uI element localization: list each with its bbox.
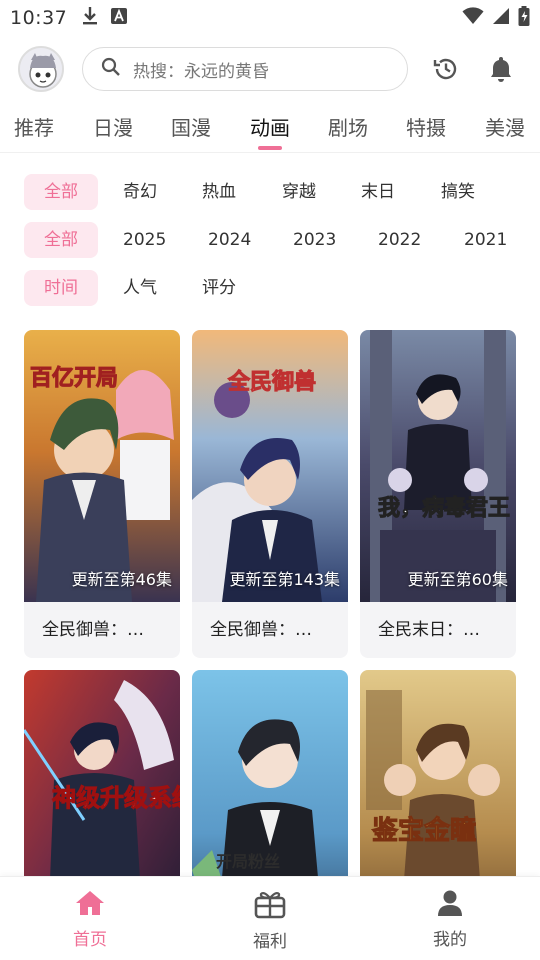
battery-charging-icon [518,6,530,30]
year-chip[interactable]: 2021 [464,222,507,258]
genre-chip[interactable]: 穿越 [282,174,316,210]
cover-title-art: 开局粉丝 [216,852,281,871]
anime-cover: 百亿开局 更新至第46集 [24,330,180,602]
sort-chip-time[interactable]: 时间 [24,270,98,306]
anime-card[interactable]: 我，病毒君王 更新至第60集 全民末日：… [360,330,516,658]
genre-chip[interactable]: 奇幻 [123,174,157,210]
nav-profile-label: 我的 [433,930,467,950]
tab-japanese-comics[interactable]: 日漫 [93,112,133,141]
genre-filter-row: 全部 奇幻 热血 穿越 末日 搞笑 [24,174,524,210]
anime-card[interactable]: 全民御兽 更新至第143集 全民御兽：… [192,330,348,658]
top-header: 热搜：永远的黄昏 [0,40,540,100]
genre-chip[interactable]: 末日 [361,174,395,210]
tab-recommend[interactable]: 推荐 [14,112,54,141]
nav-welfare-label: 福利 [253,932,287,952]
signal-icon [492,7,510,29]
anime-card[interactable]: 百亿开局 更新至第46集 全民御兽：… [24,330,180,658]
gift-icon [254,892,286,923]
episode-label: 更新至第46集 [71,570,172,589]
bell-icon[interactable] [488,55,516,83]
anime-cover: 我，病毒君王 更新至第60集 [360,330,516,602]
wifi-icon [462,7,484,29]
person-icon [436,890,464,921]
year-chip[interactable]: 2025 [123,222,166,258]
episode-label: 更新至第60集 [407,570,508,589]
home-icon [75,891,105,921]
genre-chip[interactable]: 搞笑 [441,174,475,210]
nav-welfare[interactable]: 福利 [220,889,320,952]
genre-chip-all[interactable]: 全部 [24,174,98,210]
tab-theater[interactable]: 剧场 [328,112,368,141]
episode-label: 更新至第143集 [229,570,340,589]
year-filter-row: 全部 2025 2024 2023 2022 2021 [24,222,524,258]
status-time: 10:37 [10,7,68,29]
notification-a-icon [111,8,128,28]
year-chip[interactable]: 2024 [208,222,251,258]
sort-chip-popularity[interactable]: 人气 [123,270,157,306]
sort-chip-rating[interactable]: 评分 [202,270,236,306]
bottom-navigation: 首页 福利 我的 [0,876,540,960]
avatar-icon [20,48,62,90]
cover-title-art: 百亿开局 [29,366,119,392]
tab-chinese-comics[interactable]: 国漫 [171,112,211,141]
year-chip[interactable]: 2023 [293,222,336,258]
avatar[interactable] [18,46,64,92]
nav-home-label: 首页 [73,930,107,950]
nav-home[interactable]: 首页 [40,889,140,950]
sort-filter-row: 时间 人气 评分 [24,270,524,306]
download-icon [81,6,99,30]
anime-title: 全民末日：… [378,620,480,640]
cover-title-art: 神级升级系统 [52,784,181,813]
year-chip-all[interactable]: 全部 [24,222,98,258]
genre-chip[interactable]: 热血 [202,174,236,210]
anime-title: 全民御兽：… [42,620,144,640]
divider [0,152,540,153]
search-icon [101,57,121,81]
year-chip[interactable]: 2022 [378,222,421,258]
category-tabs: 推荐 日漫 国漫 动画 剧场 特摄 美漫 [0,106,540,150]
history-icon[interactable] [432,55,460,83]
active-tab-indicator [258,146,282,150]
tab-american-comics[interactable]: 美漫 [485,112,525,141]
anime-title: 全民御兽：… [210,620,312,640]
search-placeholder: 热搜：永远的黄昏 [133,61,269,82]
cover-title-art: 我，病毒君王 [377,496,511,522]
anime-cover: 全民御兽 更新至第143集 [192,330,348,602]
tab-animation[interactable]: 动画 [250,112,290,141]
search-bar[interactable]: 热搜：永远的黄昏 [82,47,408,91]
nav-profile[interactable]: 我的 [400,889,500,950]
tab-tokusatsu[interactable]: 特摄 [406,112,446,141]
status-bar: 10:37 [0,0,540,36]
cover-title-art: 全民御兽 [227,370,317,396]
cover-title-art: 鉴宝金瞳 [371,816,477,847]
